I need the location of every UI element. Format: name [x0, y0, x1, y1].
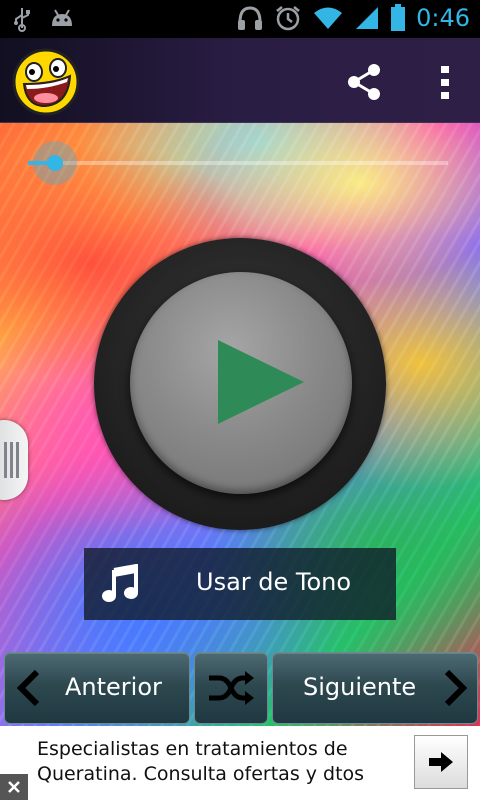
ad-text: Especialistas en tratamientos de Querati…	[37, 738, 365, 785]
usb-icon	[14, 8, 30, 32]
arrow-right-icon	[429, 752, 453, 772]
overflow-menu-icon[interactable]	[430, 60, 460, 104]
status-time: 0:46	[416, 4, 470, 32]
play-button[interactable]	[130, 272, 352, 494]
drawer-handle[interactable]	[0, 420, 28, 500]
next-button[interactable]: Siguiente	[272, 652, 478, 724]
ad-close-button[interactable]	[0, 774, 28, 800]
android-icon	[52, 9, 72, 26]
previous-label: Anterior	[65, 673, 162, 701]
ad-banner[interactable]: Especialistas en tratamientos de Querati…	[0, 726, 480, 800]
share-icon[interactable]	[342, 60, 386, 104]
previous-button[interactable]: Anterior	[4, 652, 190, 724]
seek-bar-thumb[interactable]	[33, 141, 77, 185]
status-bar: 0:46	[0, 0, 480, 38]
play-icon	[218, 340, 304, 424]
ad-open-button[interactable]	[414, 735, 468, 789]
chevron-right-icon	[444, 669, 468, 707]
seek-bar-track[interactable]	[28, 161, 448, 165]
use-as-ringtone-label: Usar de Tono	[196, 568, 352, 596]
next-label: Siguiente	[303, 673, 417, 701]
alarm-icon	[276, 6, 300, 31]
action-bar	[0, 38, 480, 123]
play-button-ring	[94, 238, 386, 530]
signal-icon	[356, 7, 379, 29]
close-icon	[8, 781, 20, 793]
headset-icon	[238, 6, 263, 30]
shuffle-icon	[209, 671, 254, 705]
music-note-icon	[102, 564, 138, 602]
use-as-ringtone-button[interactable]: Usar de Tono	[84, 548, 396, 620]
wifi-icon	[314, 7, 343, 29]
awesome-face-logo[interactable]	[12, 48, 80, 116]
artwork-background: Usar de Tono	[0, 123, 480, 726]
shuffle-button[interactable]	[194, 652, 268, 724]
chevron-left-icon	[16, 669, 40, 707]
battery-icon	[391, 4, 406, 31]
